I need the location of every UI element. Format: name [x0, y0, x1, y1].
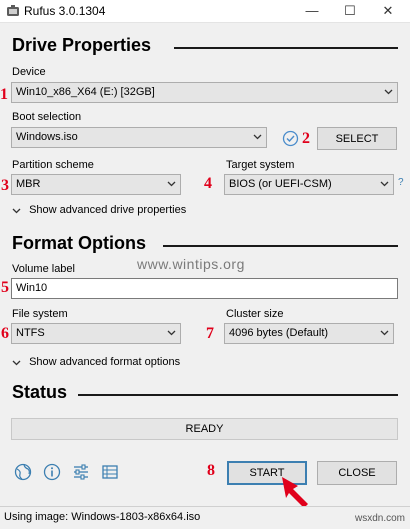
device-dropdown[interactable]: Win10_x86_X64 (E:) [32GB] [11, 82, 398, 103]
partition-scheme-value: MBR [16, 178, 41, 190]
chevron-down-icon [12, 208, 21, 214]
maximize-button[interactable]: ☐ [330, 0, 370, 22]
cluster-size-label: Cluster size [226, 308, 284, 320]
rufus-app-icon [7, 5, 19, 16]
target-system-dropdown[interactable]: BIOS (or UEFI-CSM) [224, 174, 394, 195]
section-divider [163, 245, 398, 247]
annotation-marker-2: 2 [302, 130, 310, 147]
chevron-down-icon [167, 181, 176, 187]
footer-image-text: Using image: Windows-1803-x86x64.iso [4, 511, 201, 523]
chevron-down-icon [380, 330, 389, 336]
close-button[interactable]: CLOSE [317, 461, 397, 485]
select-button[interactable]: SELECT [317, 127, 397, 150]
minimize-button[interactable]: — [292, 0, 332, 22]
info-icon[interactable] [42, 462, 62, 482]
status-progress-bar: READY [11, 418, 398, 440]
advanced-drive-label: Show advanced drive properties [29, 204, 187, 216]
annotation-marker-1: 1 [0, 86, 8, 103]
volume-label-input[interactable] [16, 282, 376, 294]
file-system-dropdown[interactable]: NTFS [11, 323, 181, 344]
section-divider [174, 47, 398, 49]
settings-sliders-icon[interactable] [71, 462, 91, 482]
annotation-marker-8: 8 [207, 462, 215, 479]
annotation-marker-6: 6 [1, 325, 9, 342]
help-mark[interactable]: ? [398, 177, 404, 188]
checkmark-circle-icon[interactable] [282, 130, 299, 147]
partition-scheme-dropdown[interactable]: MBR [11, 174, 181, 195]
format-options-heading: Format Options [12, 233, 146, 253]
annotation-marker-5: 5 [1, 279, 9, 296]
cluster-size-value: 4096 bytes (Default) [229, 327, 329, 339]
drive-properties-heading: Drive Properties [12, 35, 152, 55]
chevron-down-icon [253, 134, 262, 140]
file-system-label: File system [12, 308, 68, 320]
annotation-marker-7: 7 [206, 325, 214, 342]
log-table-icon[interactable] [100, 462, 120, 482]
chevron-down-icon [384, 89, 393, 95]
section-divider [78, 394, 398, 396]
file-system-value: NTFS [16, 327, 45, 339]
boot-selection-dropdown[interactable]: Windows.iso [11, 127, 267, 148]
volume-label-field[interactable] [11, 278, 398, 299]
advanced-format-toggle[interactable]: Show advanced format options [12, 356, 180, 368]
device-value: Win10_x86_X64 (E:) [32GB] [16, 86, 155, 98]
watermark-wintips: www.wintips.org [137, 256, 245, 272]
close-window-button[interactable]: ✕ [368, 0, 408, 22]
volume-label-label: Volume label [12, 263, 75, 275]
chevron-down-icon [12, 360, 21, 366]
chevron-down-icon [380, 181, 389, 187]
boot-selection-value: Windows.iso [16, 131, 78, 143]
status-footer: Using image: Windows-1803-x86x64.iso wsx… [0, 506, 410, 529]
chevron-down-icon [167, 330, 176, 336]
advanced-format-label: Show advanced format options [29, 356, 181, 368]
globe-icon[interactable] [13, 462, 33, 482]
partition-scheme-label: Partition scheme [12, 159, 94, 171]
advanced-drive-toggle[interactable]: Show advanced drive properties [12, 204, 186, 216]
annotation-marker-3: 3 [1, 177, 9, 194]
annotation-marker-4: 4 [204, 175, 212, 192]
cluster-size-dropdown[interactable]: 4096 bytes (Default) [224, 323, 394, 344]
device-label: Device [12, 66, 46, 78]
title-bar: Rufus 3.0.1304 — ☐ ✕ [0, 0, 410, 23]
target-system-label: Target system [226, 159, 295, 171]
window-title: Rufus 3.0.1304 [24, 4, 106, 18]
watermark-wsxdn: wsxdn.com [355, 513, 406, 524]
target-system-value: BIOS (or UEFI-CSM) [229, 178, 332, 190]
boot-selection-label: Boot selection [12, 111, 82, 123]
status-heading: Status [12, 382, 68, 402]
